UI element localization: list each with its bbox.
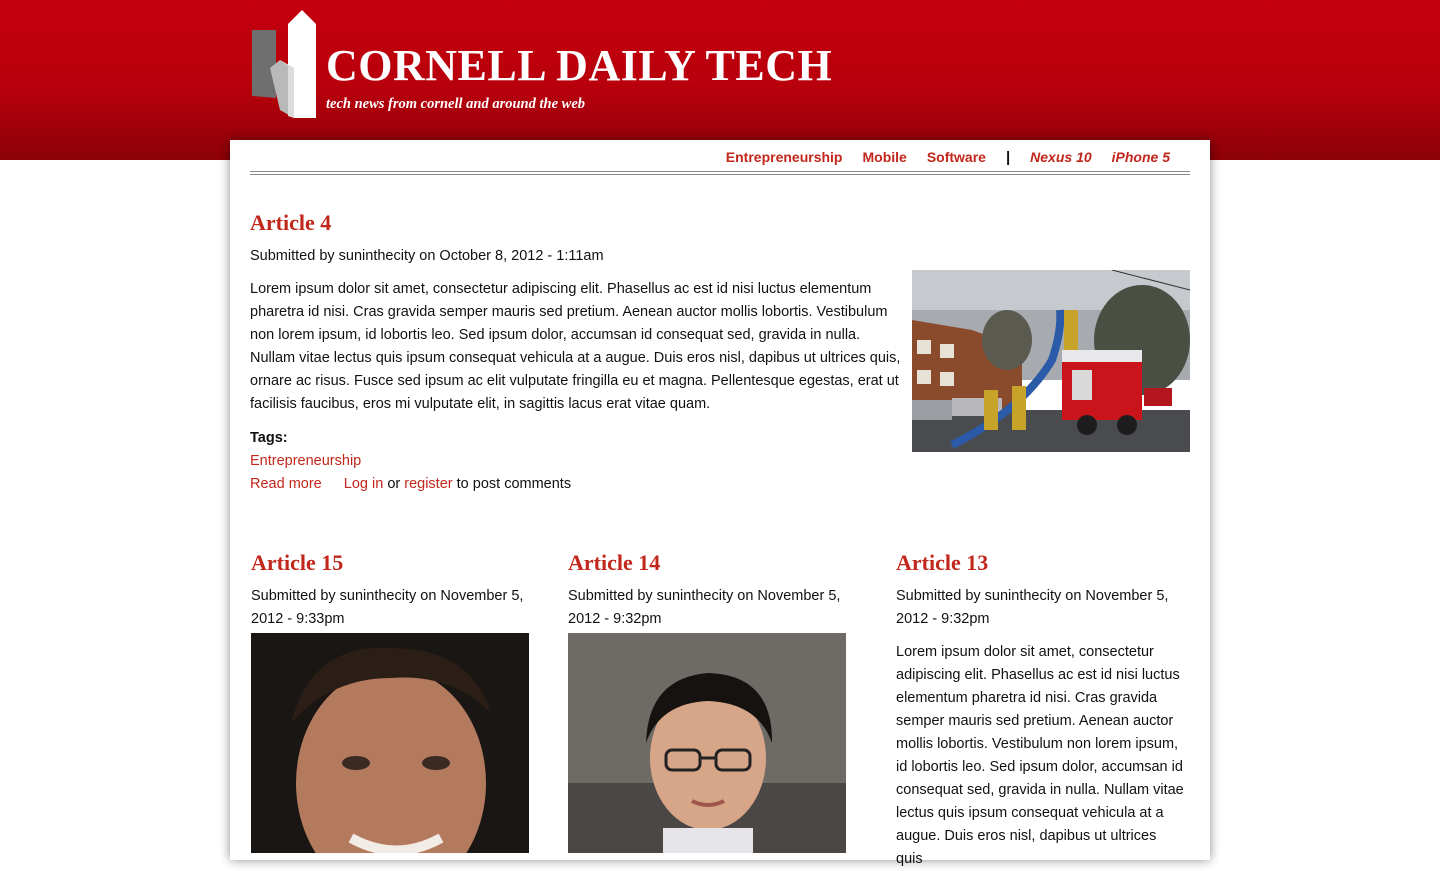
article-title: Article 4: [250, 210, 331, 236]
nav-link-iphone-5[interactable]: iPhone 5: [1112, 149, 1170, 165]
article-submitted: Submitted by suninthecity on November 5,…: [251, 588, 524, 627]
site-slogan: tech news from cornell and around the we…: [326, 96, 586, 112]
main-nav: Entrepreneurship Mobile Software | Nexus…: [706, 147, 1170, 167]
article-photo-fire-truck[interactable]: [912, 270, 1190, 452]
site-logo[interactable]: CORNELL DAILY TECH tech news from cornel…: [250, 10, 850, 122]
post-comments-text: to post comments: [456, 476, 572, 492]
read-more-link[interactable]: Read more: [250, 476, 322, 492]
portrait-photo-icon: [568, 633, 846, 853]
nav-link-nexus-10[interactable]: Nexus 10: [1030, 149, 1091, 165]
article-photo-portrait[interactable]: [568, 633, 846, 853]
nav-link-entrepreneurship[interactable]: Entrepreneurship: [726, 149, 843, 165]
nav-separator: |: [1005, 148, 1011, 166]
buildings-logo-icon: [252, 10, 316, 118]
article-submitted: Submitted by suninthecity on November 5,…: [896, 588, 1169, 627]
fire-truck-photo-icon: [912, 270, 1190, 452]
tag-entrepreneurship: Entrepreneurship: [250, 450, 361, 473]
article-title-link[interactable]: Article 14: [568, 550, 660, 575]
tag-link-entrepreneurship[interactable]: Entrepreneurship: [250, 453, 361, 469]
article-body: Lorem ipsum dolor sit amet, consectetur …: [896, 644, 1184, 867]
article-title: Article 15: [251, 550, 343, 576]
article-links: Read more Log in or register to post com…: [250, 473, 571, 496]
page-container: Entrepreneurship Mobile Software | Nexus…: [230, 140, 1210, 867]
article-submitted: Submitted by suninthecity on October 8, …: [250, 248, 604, 264]
register-link[interactable]: register: [404, 476, 452, 492]
article-title: Article 13: [896, 550, 988, 576]
article-title-link[interactable]: Article 13: [896, 550, 988, 575]
log-in-link[interactable]: Log in: [344, 476, 384, 492]
article-title-link[interactable]: Article 4: [250, 210, 331, 235]
nav-link-mobile[interactable]: Mobile: [862, 149, 906, 165]
nav-link-software[interactable]: Software: [927, 149, 986, 165]
site-title[interactable]: CORNELL DAILY TECH: [326, 44, 832, 88]
article-title-link[interactable]: Article 15: [251, 550, 343, 575]
nav-divider: [250, 171, 1190, 175]
header-band: CORNELL DAILY TECH tech news from cornel…: [0, 0, 1440, 160]
article-body: Lorem ipsum dolor sit amet, consectetur …: [250, 281, 901, 412]
or-text: or: [387, 476, 401, 492]
tags-label: Tags:: [250, 430, 288, 446]
article-submitted: Submitted by suninthecity on November 5,…: [568, 588, 841, 627]
article-title: Article 14: [568, 550, 660, 576]
portrait-photo-icon: [251, 633, 529, 853]
article-photo-portrait[interactable]: [251, 633, 529, 853]
